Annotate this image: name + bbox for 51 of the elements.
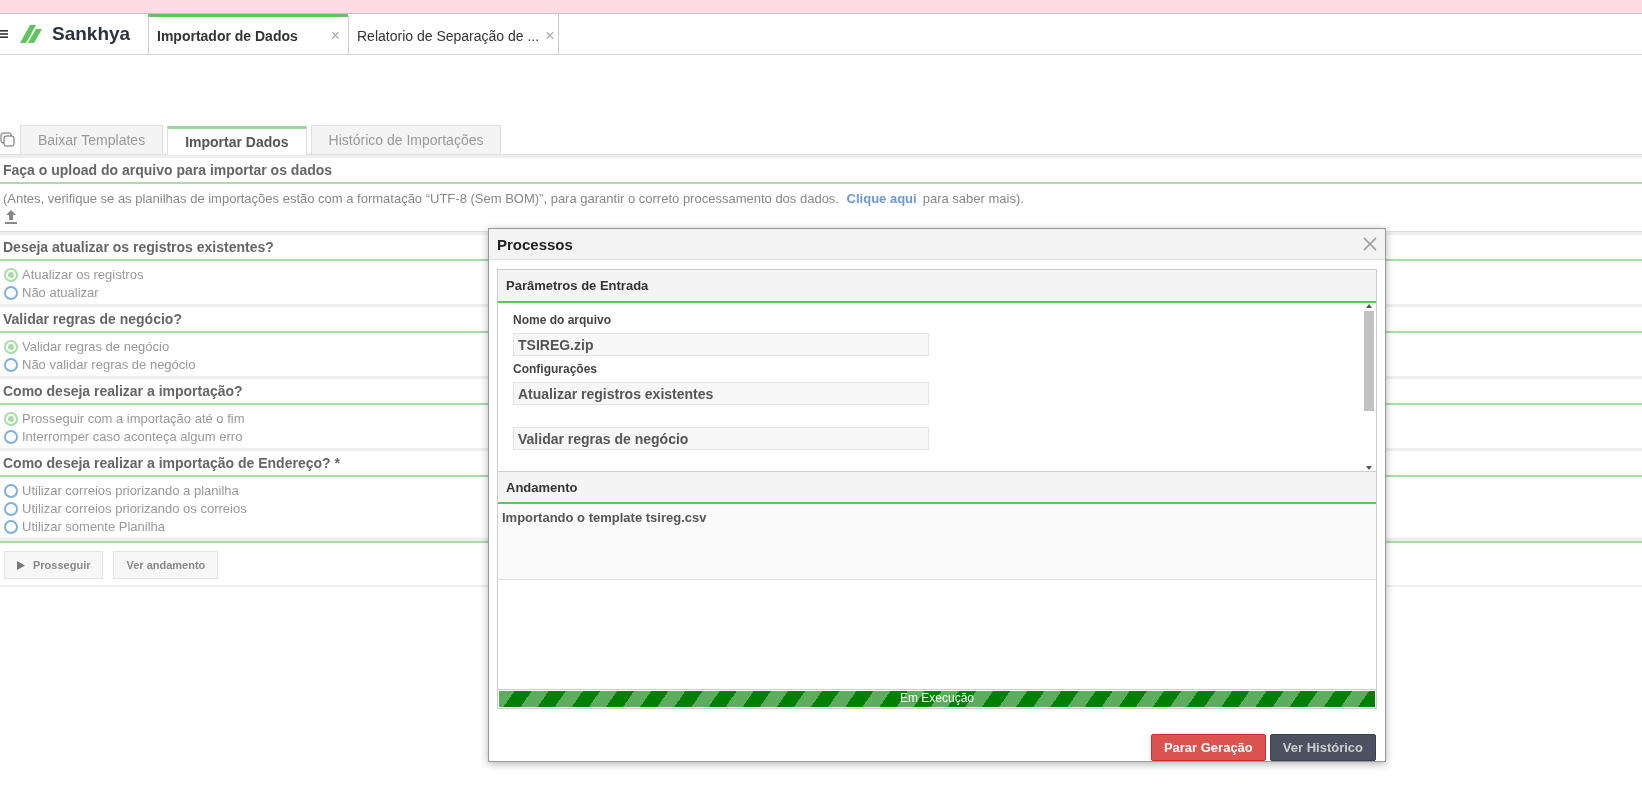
option-label: Utilizar somente Planilha	[22, 519, 166, 534]
input-field: Atualizar registros existentes	[513, 382, 929, 406]
play-icon	[17, 560, 25, 570]
radio-button[interactable]	[4, 267, 18, 282]
input-field: TSIREG.zip	[513, 333, 929, 357]
close-icon[interactable]	[1363, 237, 1377, 252]
option-label: Validar regras de negócio	[22, 339, 170, 354]
radio-button[interactable]	[4, 285, 18, 300]
close-icon[interactable]: ×	[545, 26, 555, 45]
info-text: (Antes, verifique se as planilhas de importações estão com a formatação “UTF-8 (Sem BOM)”, para garantir o correto processamento dos dados. Clique aqui para saber mais).	[2, 190, 1025, 208]
section-title: Faça o upload do arquivo para importar os dados	[0, 155, 1642, 184]
copy-icon[interactable]	[0, 131, 16, 148]
page-tab[interactable]: Histórico de Importações	[310, 125, 502, 154]
proceed-button[interactable]: Prosseguir	[4, 551, 104, 579]
progress-button[interactable]: Ver andamento	[113, 551, 219, 579]
arrow-up-icon[interactable]	[1365, 303, 1373, 310]
app-tab[interactable]: Relatorio de Separação de ... ×	[348, 14, 558, 54]
radio-button[interactable]	[4, 339, 18, 354]
option-label: Utilizar correios priorizando os correios	[22, 501, 247, 516]
close-icon[interactable]: ×	[330, 26, 340, 45]
page-tab[interactable]: Importar Dados	[167, 126, 307, 155]
option-label: Não atualizar	[22, 285, 99, 300]
radio-button[interactable]	[4, 411, 18, 426]
radio-button[interactable]	[4, 483, 18, 498]
progress-status: Em Execução	[898, 691, 975, 705]
option-label: Interromper caso aconteça algum erro	[22, 429, 243, 444]
panel-title: Parâmetros de Entrada	[498, 270, 1376, 304]
arrow-down-icon[interactable]	[1365, 465, 1373, 472]
page-tab[interactable]: Baixar Templates	[20, 125, 164, 154]
menu-icon[interactable]	[0, 29, 8, 39]
radio-button[interactable]	[4, 519, 18, 534]
logo-text: Sankhya	[52, 23, 131, 45]
app-tab[interactable]: Importador de Dados ×	[148, 14, 348, 54]
log-area: Importando o template tsireg.csv	[498, 504, 1376, 581]
radio-button[interactable]	[4, 357, 18, 372]
scrollbar-thumb[interactable]	[1364, 311, 1374, 412]
upload-icon[interactable]	[4, 209, 18, 225]
input-field: Validar regras de negócio	[513, 427, 929, 451]
option-label: Atualizar os registros	[22, 267, 144, 282]
dialog-title: Processos	[497, 235, 573, 253]
field-label: Configurações	[513, 362, 598, 377]
radio-button[interactable]	[4, 501, 18, 516]
option-label: Não validar regras de negócio	[22, 357, 196, 372]
panel-title: Andamento	[498, 471, 1376, 505]
history-button[interactable]: Ver Histórico	[1269, 734, 1376, 761]
stop-button[interactable]: Parar Geração	[1150, 734, 1266, 761]
option-label: Utilizar correios priorizando a planilha	[22, 483, 239, 498]
field-label: Nome do arquivo	[513, 313, 612, 328]
help-link[interactable]: Clique aqui	[846, 191, 917, 206]
option-label: Prosseguir com a importação até o fim	[22, 411, 245, 426]
radio-button[interactable]	[4, 429, 18, 444]
